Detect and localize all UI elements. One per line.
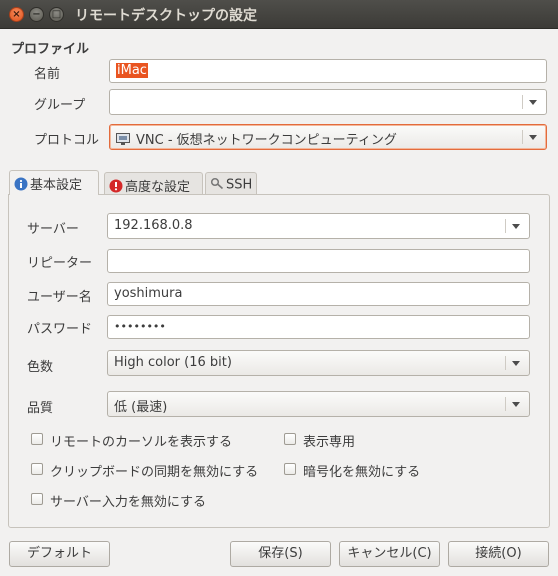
server-combo[interactable]: 192.168.0.8 xyxy=(107,213,530,239)
tab-basic[interactable]: 基本設定 xyxy=(9,170,99,195)
color-depth-value: High color (16 bit) xyxy=(114,355,232,370)
cancel-button[interactable]: キャンセル(C) xyxy=(339,541,440,567)
tab-advanced-label: 高度な設定 xyxy=(125,180,191,195)
default-button[interactable]: デフォルト xyxy=(9,541,110,567)
show-remote-cursor-label[interactable]: リモートのカーソルを表示する xyxy=(50,431,232,450)
group-combo[interactable] xyxy=(109,89,547,115)
save-button[interactable]: 保存(S) xyxy=(230,541,331,567)
server-label: サーバー xyxy=(27,222,79,237)
show-remote-cursor-checkbox[interactable] xyxy=(31,433,43,445)
repeater-label: リピーター xyxy=(27,256,93,271)
key-icon xyxy=(210,176,224,194)
close-window-button[interactable]: × xyxy=(9,7,24,22)
password-label: パスワード xyxy=(27,322,93,337)
chevron-down-icon[interactable] xyxy=(522,95,541,109)
tab-advanced[interactable]: 高度な設定 xyxy=(104,172,203,195)
group-label: グループ xyxy=(34,98,86,113)
disable-server-input-label[interactable]: サーバー入力を無効にする xyxy=(50,491,206,510)
disable-server-input-checkbox[interactable] xyxy=(31,493,43,505)
disable-clipboard-sync-label[interactable]: クリップボードの同期を無効にする xyxy=(50,461,258,480)
maximize-window-button[interactable]: □ xyxy=(49,7,64,22)
disable-encryption-checkbox[interactable] xyxy=(284,463,296,475)
profile-section-label: プロファイル xyxy=(11,42,90,57)
name-input[interactable]: iMac xyxy=(109,59,547,83)
password-input[interactable]: •••••••• xyxy=(107,315,530,339)
disable-clipboard-sync-checkbox[interactable] xyxy=(31,463,43,475)
username-label: ユーザー名 xyxy=(27,290,92,305)
username-input[interactable]: yoshimura xyxy=(107,282,530,306)
chevron-down-icon[interactable] xyxy=(505,356,524,370)
view-only-label[interactable]: 表示専用 xyxy=(303,431,355,450)
color-depth-select[interactable]: High color (16 bit) xyxy=(107,350,530,376)
window-title: リモートデスクトップの設定 xyxy=(75,8,257,24)
tab-ssh[interactable]: SSH xyxy=(205,172,257,194)
protocol-label: プロトコル xyxy=(34,133,100,148)
connect-button[interactable]: 接続(O) xyxy=(448,541,549,567)
tab-basic-label: 基本設定 xyxy=(30,178,83,193)
quality-select[interactable]: 低 (最速) xyxy=(107,391,530,417)
quality-value: 低 (最速) xyxy=(114,400,168,415)
server-combo-value: 192.168.0.8 xyxy=(114,218,193,233)
info-icon xyxy=(14,177,28,195)
title-bar: × − □ リモートデスクトップの設定 xyxy=(0,0,558,29)
name-label: 名前 xyxy=(34,67,61,82)
disable-encryption-label[interactable]: 暗号化を無効にする xyxy=(303,461,420,480)
tab-ssh-label: SSH xyxy=(226,177,253,193)
repeater-input[interactable] xyxy=(107,249,530,273)
chevron-down-icon[interactable] xyxy=(505,397,524,411)
color-depth-label: 色数 xyxy=(27,360,54,375)
quality-label: 品質 xyxy=(27,401,54,416)
minimize-window-button[interactable]: − xyxy=(29,7,44,22)
remote-desktop-icon xyxy=(116,133,130,145)
protocol-select-value: VNC - 仮想ネットワークコンピューティング xyxy=(136,133,397,148)
chevron-down-icon[interactable] xyxy=(522,130,541,144)
chevron-down-icon[interactable] xyxy=(505,219,524,233)
protocol-select[interactable]: VNC - 仮想ネットワークコンピューティング xyxy=(109,124,547,150)
name-input-value: iMac xyxy=(116,63,148,78)
view-only-checkbox[interactable] xyxy=(284,433,296,445)
